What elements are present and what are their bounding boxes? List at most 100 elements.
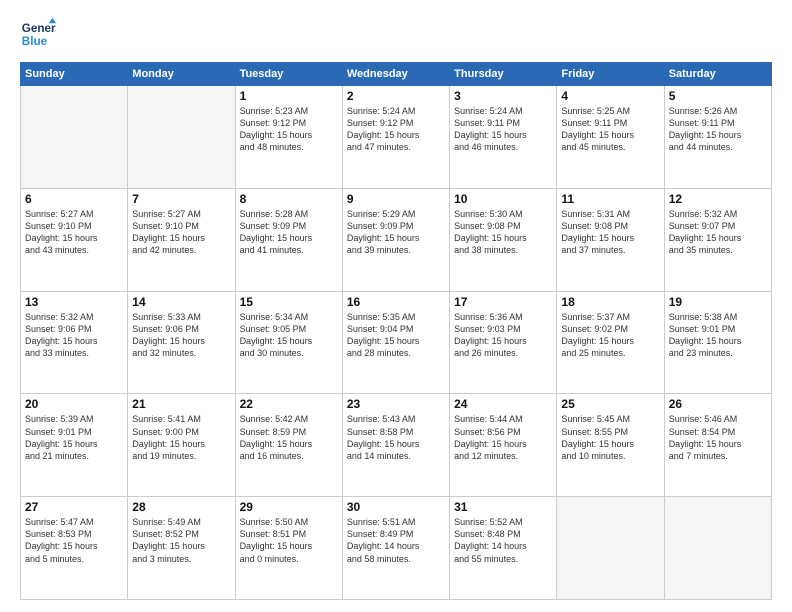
svg-text:Blue: Blue	[22, 35, 48, 48]
day-number: 17	[454, 295, 552, 309]
day-number: 24	[454, 397, 552, 411]
cell-info: Sunrise: 5:24 AM Sunset: 9:11 PM Dayligh…	[454, 105, 552, 154]
day-number: 9	[347, 192, 445, 206]
cell-info: Sunrise: 5:39 AM Sunset: 9:01 PM Dayligh…	[25, 413, 123, 462]
day-number: 27	[25, 500, 123, 514]
cell-info: Sunrise: 5:35 AM Sunset: 9:04 PM Dayligh…	[347, 311, 445, 360]
day-number: 25	[561, 397, 659, 411]
calendar-day-4: 4Sunrise: 5:25 AM Sunset: 9:11 PM Daylig…	[557, 86, 664, 189]
cell-info: Sunrise: 5:33 AM Sunset: 9:06 PM Dayligh…	[132, 311, 230, 360]
cell-info: Sunrise: 5:32 AM Sunset: 9:07 PM Dayligh…	[669, 208, 767, 257]
day-header-monday: Monday	[128, 63, 235, 86]
day-number: 3	[454, 89, 552, 103]
calendar-day-18: 18 Sunrise: 5:37 AM Sunset: 9:02 PM Dayli…	[557, 291, 664, 394]
cell-info: Sunrise: 5:45 AM Sunset: 8:55 PM Dayligh…	[561, 413, 659, 462]
calendar-day-26: 26 Sunrise: 5:46 AM Sunset: 8:54 PM Dayli…	[664, 394, 771, 497]
logo: General Blue	[20, 16, 56, 52]
cell-info: Sunrise: 5:46 AM Sunset: 8:54 PM Dayligh…	[669, 413, 767, 462]
day-header-saturday: Saturday	[664, 63, 771, 86]
calendar-day-6: 6 Sunrise: 5:27 AM Sunset: 9:10 PM Daylig…	[21, 188, 128, 291]
calendar-empty	[557, 497, 664, 600]
calendar-day-27: 27Sunrise: 5:47 AM Sunset: 8:53 PM Dayli…	[21, 497, 128, 600]
calendar-day-5: 5Sunrise: 5:26 AM Sunset: 9:11 PM Daylig…	[664, 86, 771, 189]
day-number: 6	[25, 192, 123, 206]
day-number: 10	[454, 192, 552, 206]
cell-info: Sunrise: 5:23 AM Sunset: 9:12 PM Dayligh…	[240, 105, 338, 154]
calendar-day-30: 30 Sunrise: 5:51 AM Sunset: 8:49 PM Dayli…	[342, 497, 449, 600]
cell-info: Sunrise: 5:49 AM Sunset: 8:52 PM Dayligh…	[132, 516, 230, 565]
day-number: 28	[132, 500, 230, 514]
calendar-header-row: SundayMondayTuesdayWednesdayThursdayFrid…	[21, 63, 772, 86]
day-number: 7	[132, 192, 230, 206]
day-number: 1	[240, 89, 338, 103]
day-number: 11	[561, 192, 659, 206]
day-number: 30	[347, 500, 445, 514]
calendar-day-17: 17 Sunrise: 5:36 AM Sunset: 9:03 PM Dayli…	[450, 291, 557, 394]
day-number: 31	[454, 500, 552, 514]
day-number: 15	[240, 295, 338, 309]
calendar-day-24: 24 Sunrise: 5:44 AM Sunset: 8:56 PM Dayli…	[450, 394, 557, 497]
calendar-week-row: 6 Sunrise: 5:27 AM Sunset: 9:10 PM Daylig…	[21, 188, 772, 291]
calendar-day-22: 22 Sunrise: 5:42 AM Sunset: 8:59 PM Dayli…	[235, 394, 342, 497]
calendar-day-21: 21Sunrise: 5:41 AM Sunset: 9:00 PM Dayli…	[128, 394, 235, 497]
calendar-day-28: 28 Sunrise: 5:49 AM Sunset: 8:52 PM Dayli…	[128, 497, 235, 600]
day-number: 22	[240, 397, 338, 411]
calendar-day-8: 8Sunrise: 5:28 AM Sunset: 9:09 PM Daylig…	[235, 188, 342, 291]
day-header-sunday: Sunday	[21, 63, 128, 86]
day-number: 20	[25, 397, 123, 411]
day-number: 26	[669, 397, 767, 411]
cell-info: Sunrise: 5:38 AM Sunset: 9:01 PM Dayligh…	[669, 311, 767, 360]
day-number: 13	[25, 295, 123, 309]
calendar-day-23: 23 Sunrise: 5:43 AM Sunset: 8:58 PM Dayli…	[342, 394, 449, 497]
day-number: 16	[347, 295, 445, 309]
calendar-day-29: 29Sunrise: 5:50 AM Sunset: 8:51 PM Dayli…	[235, 497, 342, 600]
cell-info: Sunrise: 5:37 AM Sunset: 9:02 PM Dayligh…	[561, 311, 659, 360]
calendar-week-row: 20 Sunrise: 5:39 AM Sunset: 9:01 PM Dayli…	[21, 394, 772, 497]
calendar-week-row: 13 Sunrise: 5:32 AM Sunset: 9:06 PM Dayli…	[21, 291, 772, 394]
page: General Blue SundayMondayTuesdayWednesda…	[0, 0, 792, 612]
calendar-day-14: 14Sunrise: 5:33 AM Sunset: 9:06 PM Dayli…	[128, 291, 235, 394]
calendar-empty	[664, 497, 771, 600]
calendar-day-13: 13 Sunrise: 5:32 AM Sunset: 9:06 PM Dayli…	[21, 291, 128, 394]
day-header-wednesday: Wednesday	[342, 63, 449, 86]
calendar-day-9: 9 Sunrise: 5:29 AM Sunset: 9:09 PM Daylig…	[342, 188, 449, 291]
header: General Blue	[20, 16, 772, 52]
day-number: 19	[669, 295, 767, 309]
cell-info: Sunrise: 5:27 AM Sunset: 9:10 PM Dayligh…	[132, 208, 230, 257]
cell-info: Sunrise: 5:36 AM Sunset: 9:03 PM Dayligh…	[454, 311, 552, 360]
cell-info: Sunrise: 5:51 AM Sunset: 8:49 PM Dayligh…	[347, 516, 445, 565]
calendar-empty	[128, 86, 235, 189]
cell-info: Sunrise: 5:42 AM Sunset: 8:59 PM Dayligh…	[240, 413, 338, 462]
day-header-thursday: Thursday	[450, 63, 557, 86]
cell-info: Sunrise: 5:29 AM Sunset: 9:09 PM Dayligh…	[347, 208, 445, 257]
cell-info: Sunrise: 5:34 AM Sunset: 9:05 PM Dayligh…	[240, 311, 338, 360]
cell-info: Sunrise: 5:30 AM Sunset: 9:08 PM Dayligh…	[454, 208, 552, 257]
calendar-day-3: 3 Sunrise: 5:24 AM Sunset: 9:11 PM Daylig…	[450, 86, 557, 189]
cell-info: Sunrise: 5:44 AM Sunset: 8:56 PM Dayligh…	[454, 413, 552, 462]
day-number: 12	[669, 192, 767, 206]
cell-info: Sunrise: 5:28 AM Sunset: 9:09 PM Dayligh…	[240, 208, 338, 257]
cell-info: Sunrise: 5:50 AM Sunset: 8:51 PM Dayligh…	[240, 516, 338, 565]
day-number: 2	[347, 89, 445, 103]
calendar-week-row: 1 Sunrise: 5:23 AM Sunset: 9:12 PM Daylig…	[21, 86, 772, 189]
day-number: 5	[669, 89, 767, 103]
calendar-day-11: 11Sunrise: 5:31 AM Sunset: 9:08 PM Dayli…	[557, 188, 664, 291]
cell-info: Sunrise: 5:43 AM Sunset: 8:58 PM Dayligh…	[347, 413, 445, 462]
calendar-day-10: 10 Sunrise: 5:30 AM Sunset: 9:08 PM Dayli…	[450, 188, 557, 291]
day-header-friday: Friday	[557, 63, 664, 86]
day-number: 18	[561, 295, 659, 309]
calendar-day-19: 19 Sunrise: 5:38 AM Sunset: 9:01 PM Dayli…	[664, 291, 771, 394]
calendar-day-20: 20 Sunrise: 5:39 AM Sunset: 9:01 PM Dayli…	[21, 394, 128, 497]
logo-icon: General Blue	[20, 16, 56, 52]
calendar-week-row: 27Sunrise: 5:47 AM Sunset: 8:53 PM Dayli…	[21, 497, 772, 600]
cell-info: Sunrise: 5:52 AM Sunset: 8:48 PM Dayligh…	[454, 516, 552, 565]
cell-info: Sunrise: 5:27 AM Sunset: 9:10 PM Dayligh…	[25, 208, 123, 257]
day-number: 23	[347, 397, 445, 411]
calendar-day-31: 31 Sunrise: 5:52 AM Sunset: 8:48 PM Dayli…	[450, 497, 557, 600]
cell-info: Sunrise: 5:41 AM Sunset: 9:00 PM Dayligh…	[132, 413, 230, 462]
svg-text:General: General	[22, 22, 56, 35]
cell-info: Sunrise: 5:32 AM Sunset: 9:06 PM Dayligh…	[25, 311, 123, 360]
calendar-day-12: 12 Sunrise: 5:32 AM Sunset: 9:07 PM Dayli…	[664, 188, 771, 291]
calendar-day-25: 25 Sunrise: 5:45 AM Sunset: 8:55 PM Dayli…	[557, 394, 664, 497]
cell-info: Sunrise: 5:24 AM Sunset: 9:12 PM Dayligh…	[347, 105, 445, 154]
